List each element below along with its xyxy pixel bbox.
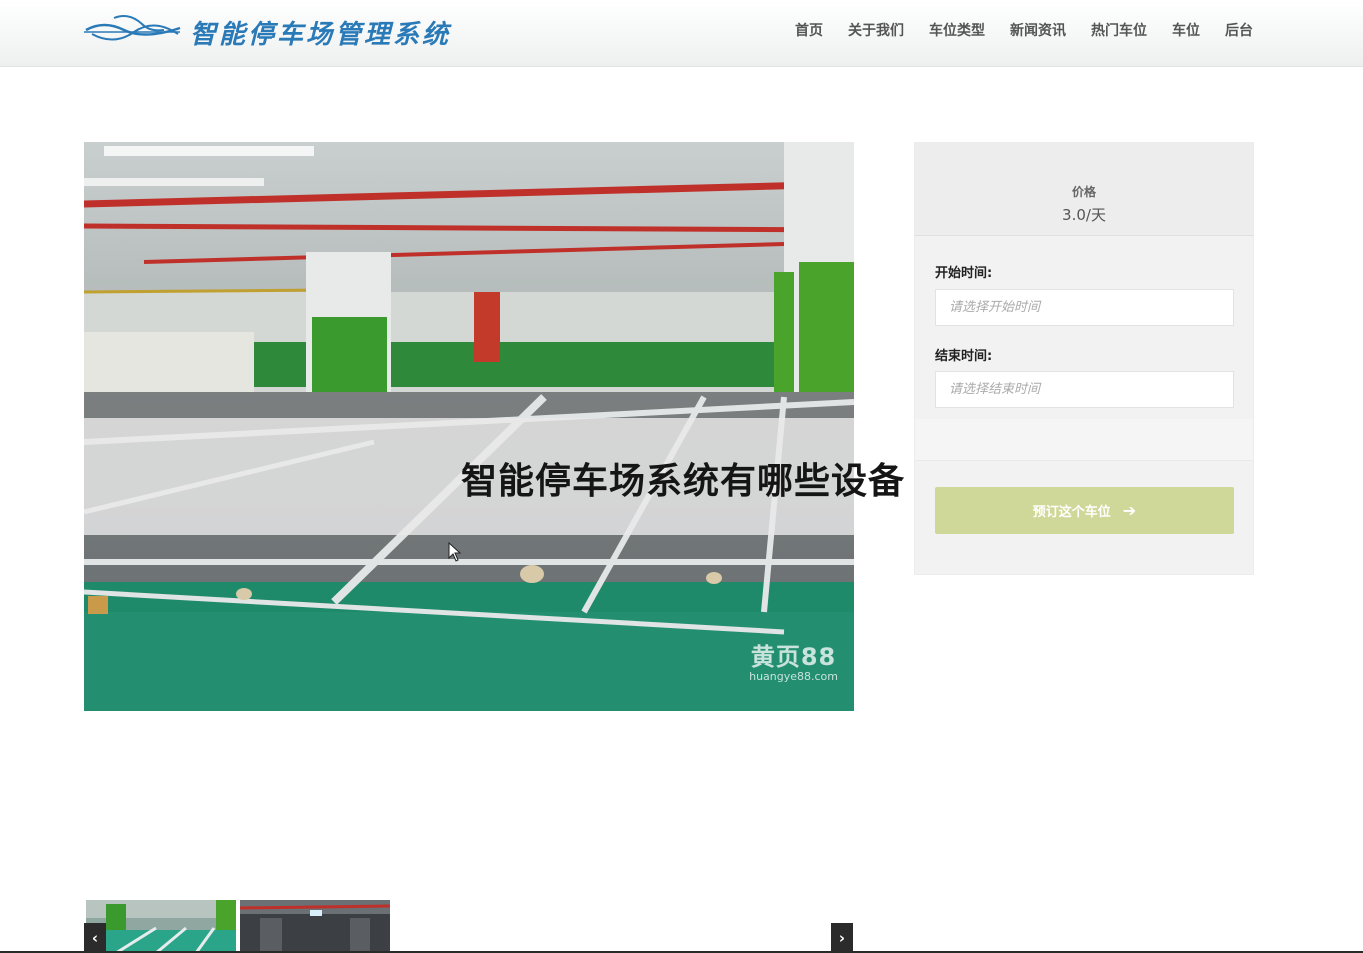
article-title: 智能停车场系统有哪些设备 bbox=[461, 461, 906, 502]
thumbnail-next-button[interactable]: › bbox=[831, 923, 853, 953]
main-nav: 首页 关于我们 车位类型 新闻资讯 热门车位 车位 后台 bbox=[795, 20, 1253, 40]
arrow-right-icon: ➔ bbox=[1122, 501, 1137, 520]
price-box: 价格 3.0/天 bbox=[915, 143, 1253, 236]
panel-spacer bbox=[915, 419, 1253, 461]
nav-about[interactable]: 关于我们 bbox=[848, 20, 904, 40]
start-time-input[interactable] bbox=[935, 289, 1234, 326]
mouse-cursor-icon bbox=[448, 542, 462, 562]
thumbnail-1-image bbox=[86, 900, 236, 953]
site-header: 智能停车场管理系统 首页 关于我们 车位类型 新闻资讯 热门车位 车位 后台 bbox=[0, 0, 1363, 67]
book-button-label: 预订这个车位 bbox=[1032, 505, 1111, 520]
booking-panel: 价格 3.0/天 开始时间: 结束时间: 预订这个车位 ➔ bbox=[914, 142, 1254, 575]
chevron-right-icon: › bbox=[838, 929, 846, 947]
price-value: 3.0/天 bbox=[1062, 206, 1106, 224]
end-time-label: 结束时间: bbox=[935, 349, 993, 364]
thumbnail-prev-button[interactable]: ‹ bbox=[84, 923, 106, 953]
site-logo[interactable]: 智能停车场管理系统 bbox=[84, 8, 464, 52]
panel-divider bbox=[915, 460, 1253, 461]
logo-text: 智能停车场管理系统 bbox=[190, 20, 452, 50]
book-space-button[interactable]: 预订这个车位 ➔ bbox=[935, 487, 1234, 534]
thumbnail-1[interactable] bbox=[86, 900, 236, 953]
nav-home[interactable]: 首页 bbox=[795, 20, 823, 40]
chevron-left-icon: ‹ bbox=[91, 929, 99, 947]
price-label: 价格 bbox=[1071, 185, 1096, 199]
end-time-input[interactable] bbox=[935, 371, 1234, 408]
nav-spaces[interactable]: 车位 bbox=[1172, 20, 1200, 40]
image-watermark: 黄页88 huangye88.com bbox=[749, 637, 838, 683]
wave-logo-icon bbox=[84, 15, 181, 41]
nav-hot-spaces[interactable]: 热门车位 bbox=[1091, 20, 1147, 40]
nav-news[interactable]: 新闻资讯 bbox=[1010, 20, 1066, 40]
nav-admin[interactable]: 后台 bbox=[1225, 20, 1253, 40]
thumbnail-2-image bbox=[240, 900, 390, 953]
nav-space-types[interactable]: 车位类型 bbox=[929, 20, 985, 40]
watermark-text: 黄页88 bbox=[750, 643, 837, 671]
watermark-subtext: huangye88.com bbox=[749, 670, 838, 683]
thumbnail-2[interactable] bbox=[240, 900, 390, 953]
start-time-label: 开始时间: bbox=[935, 266, 993, 281]
